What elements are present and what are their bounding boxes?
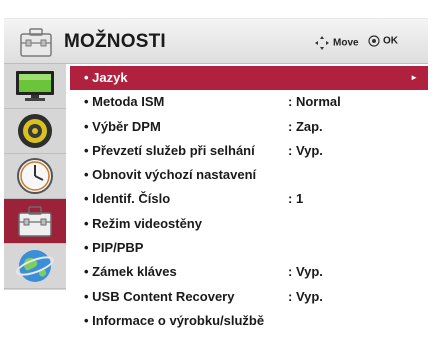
menu-item-label: • PIP/PBP (84, 240, 144, 256)
sidebar-item-time[interactable] (4, 154, 66, 199)
globe-network-icon (16, 250, 54, 282)
menu-item-value: : Vyp. (288, 142, 323, 158)
move-hint-label: Move (333, 37, 359, 49)
menu-item-value: : Normal (288, 94, 341, 110)
menu-item-metoda-ism[interactable]: • Metoda ISM : Normal (70, 90, 428, 114)
sidebar-item-audio[interactable] (4, 109, 66, 154)
menu-item-set-id[interactable]: • Identif. Číslo : 1 (70, 187, 428, 211)
menu-item-value: : 1 (288, 191, 304, 207)
menu-item-video-wall[interactable]: • Režim videostěny (70, 212, 428, 236)
menu-item-label: • Převzetí služeb při selhání (84, 142, 255, 158)
menu-item-value: : Vyp. (288, 288, 323, 304)
ok-hint: OK (368, 35, 398, 47)
menu-item-product-info[interactable]: • Informace o výrobku/službě (70, 309, 428, 333)
move-hint: Move (314, 35, 359, 51)
ok-button-icon (368, 35, 380, 47)
menu-item-value: : Zap. (288, 118, 323, 134)
ok-hint-label: OK (383, 35, 398, 47)
menu-header: MOŽNOSTI Move OK (4, 18, 428, 64)
menu-item-label: • Informace o výrobku/službě (84, 312, 265, 328)
menu-item-label: • Režim videostěny (84, 215, 202, 231)
menu-item-reset-defaults[interactable]: • Obnovit výchozí nastavení (70, 163, 428, 187)
menu-item-value: : Vyp. (288, 264, 323, 280)
menu-item-label: • Identif. Číslo (84, 191, 171, 207)
menu-item-label: • Výběr DPM (84, 118, 161, 134)
speaker-audio-icon (18, 114, 52, 148)
menu-item-label: • Metoda ISM (84, 94, 165, 110)
category-sidebar (4, 64, 66, 290)
clock-time-icon (17, 158, 53, 194)
sidebar-item-network[interactable] (4, 244, 66, 289)
menu-item-label: • USB Content Recovery (84, 288, 235, 304)
menu-item-label: • Obnovit výchozí nastavení (84, 167, 257, 183)
menu-item-usb-content-recovery[interactable]: • USB Content Recovery : Vyp. (70, 285, 428, 309)
toolbox-option-icon (18, 206, 52, 237)
sidebar-item-option[interactable] (4, 199, 66, 244)
menu-item-key-lock[interactable]: • Zámek kláves : Vyp. (70, 260, 428, 284)
menu-item-label: • Zámek kláves (84, 264, 177, 280)
options-menu-osd: MOŽNOSTI Move OK • Jazyk ► • Metoda ISM … (0, 0, 432, 362)
submenu-arrow-icon: ► (410, 73, 418, 82)
menu-list: • Jazyk ► • Metoda ISM : Normal • Výběr … (70, 66, 428, 333)
picture-monitor-icon (16, 71, 54, 101)
menu-item-jazyk[interactable]: • Jazyk ► (70, 66, 428, 91)
menu-item-failover[interactable]: • Převzetí služeb při selhání : Vyp. (70, 139, 428, 163)
page-title: MOŽNOSTI (64, 31, 166, 52)
sidebar-item-picture[interactable] (4, 64, 66, 109)
menu-item-pip-pbp[interactable]: • PIP/PBP (70, 236, 428, 260)
dpad-move-icon (315, 36, 329, 50)
toolbox-icon (20, 28, 52, 57)
menu-item-label: • Jazyk (84, 70, 128, 85)
menu-item-vyber-dpm[interactable]: • Výběr DPM : Zap. (70, 115, 428, 139)
